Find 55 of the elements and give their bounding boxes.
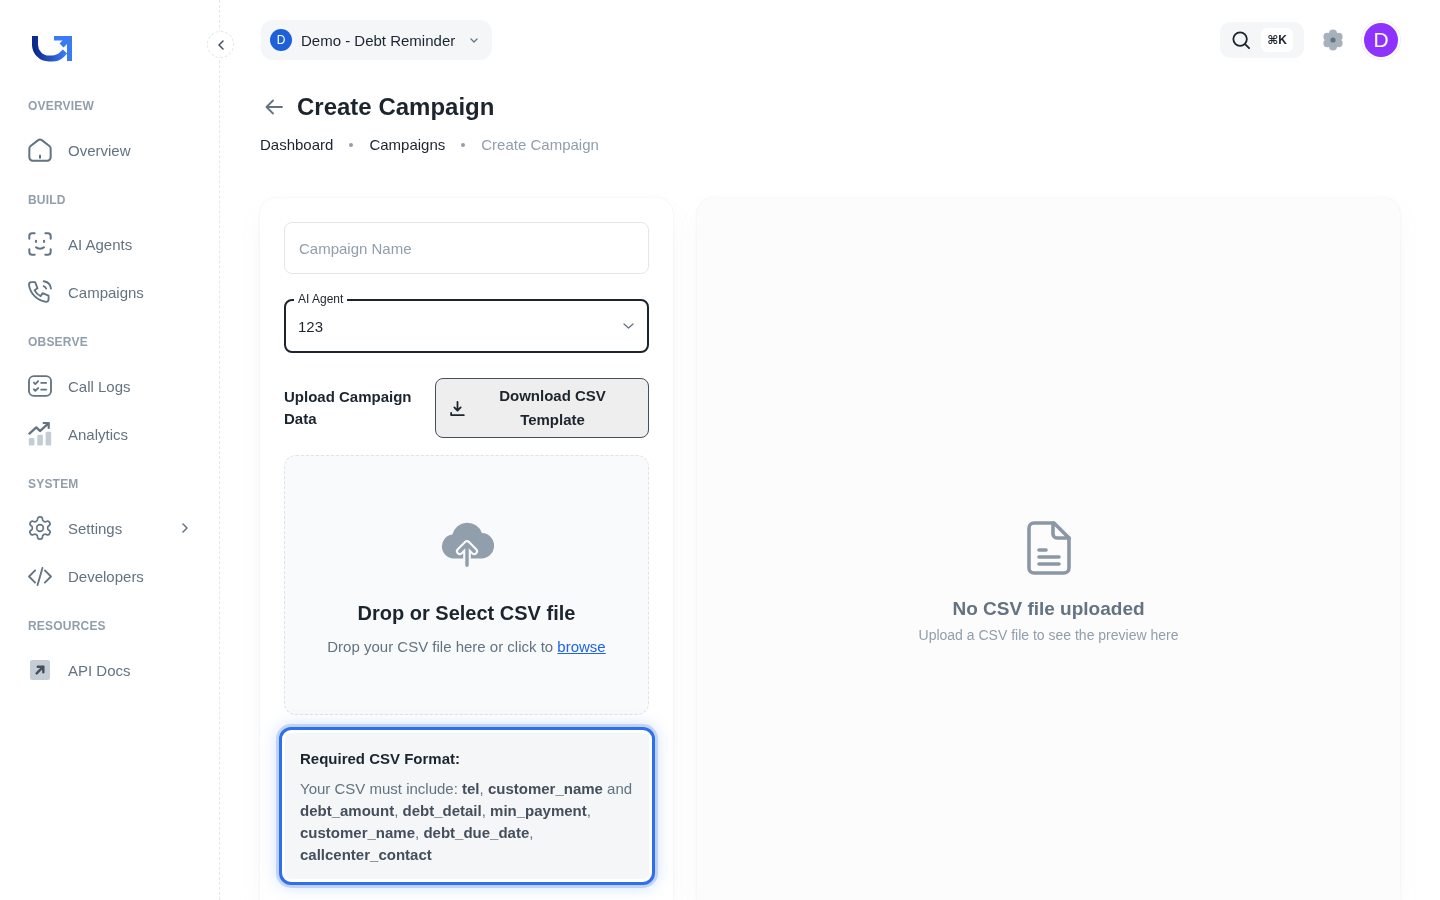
chevron-left-icon bbox=[217, 39, 224, 50]
drop-hint: Drop your CSV file here or click to browse bbox=[327, 636, 606, 657]
sidebar-item[interactable]: Overview bbox=[16, 128, 203, 172]
collapse-button[interactable] bbox=[207, 31, 234, 58]
empty-state-title: No CSV file uploaded bbox=[952, 597, 1145, 621]
sidebar-item[interactable]: API Docs bbox=[16, 648, 203, 692]
face-scan-icon bbox=[28, 232, 52, 256]
sidebar-item[interactable]: Campaigns bbox=[16, 270, 203, 314]
chevron-down-icon bbox=[470, 37, 479, 43]
shortcut-key: ⌘K bbox=[1261, 28, 1293, 52]
bar-chart-icon bbox=[28, 422, 52, 446]
sidebar-item[interactable]: Call Logs bbox=[16, 364, 203, 408]
upload-label: Upload Campaign Data bbox=[284, 387, 413, 429]
checklist-icon bbox=[28, 374, 52, 398]
back-arrow-icon[interactable] bbox=[265, 99, 283, 115]
drop-title: Drop or Select CSV file bbox=[357, 600, 576, 626]
workspace-switcher[interactable]: D Demo - Debt Reminder bbox=[261, 20, 493, 60]
chevron-down-icon bbox=[623, 323, 634, 329]
separator-dot-icon bbox=[349, 143, 354, 147]
section-heading: SYSTEM bbox=[27, 476, 80, 493]
gear-icon bbox=[28, 516, 52, 540]
sidebar-item[interactable]: Analytics bbox=[16, 412, 203, 456]
code-icon bbox=[28, 566, 52, 586]
sidebar-item[interactable]: Settings bbox=[16, 506, 203, 550]
sidebar-item[interactable]: AI Agents bbox=[16, 222, 203, 266]
section-heading: RESOURCES bbox=[27, 618, 107, 635]
phone-icon bbox=[28, 280, 52, 304]
field-label: AI Agent bbox=[294, 291, 348, 307]
document-icon bbox=[1026, 521, 1071, 575]
format-text: Your CSV must include: tel, customer_name and debt_amount, debt_detail, min_payment, customer_name, debt_due_date, callcenter_contact bbox=[300, 779, 634, 865]
format-title: Required CSV Format: bbox=[300, 749, 462, 769]
breadcrumb-link[interactable]: Dashboard bbox=[260, 134, 334, 156]
search-icon bbox=[1232, 31, 1250, 49]
search-button[interactable]: ⌘K bbox=[1220, 22, 1304, 58]
house-icon bbox=[28, 138, 52, 162]
user-avatar[interactable]: D bbox=[1362, 21, 1400, 59]
separator-dot-icon bbox=[461, 143, 466, 147]
breadcrumb-current: Create Campaign bbox=[481, 135, 599, 155]
sidebar-item[interactable]: Developers bbox=[16, 554, 203, 598]
breadcrumb-link[interactable]: Campaigns bbox=[369, 134, 446, 156]
section-heading: BUILD bbox=[27, 192, 67, 209]
drop-zone[interactable]: Drop or Select CSV file Drop your CSV file here or click to browse bbox=[284, 455, 649, 715]
download-template-button[interactable]: Download CSV Template bbox=[435, 378, 649, 438]
arrow-square-icon bbox=[30, 660, 50, 680]
empty-state-subtitle: Upload a CSV file to see the preview here bbox=[918, 626, 1179, 645]
cloud-upload-icon bbox=[439, 520, 494, 569]
logo-icon bbox=[32, 36, 72, 62]
section-heading: OBSERVE bbox=[27, 334, 89, 351]
workspace-avatar: D bbox=[270, 29, 292, 51]
browse-link[interactable]: browse bbox=[557, 637, 606, 655]
campaign-name-field[interactable]: Campaign Name bbox=[284, 222, 649, 274]
section-heading: OVERVIEW bbox=[27, 98, 96, 115]
settings-icon[interactable] bbox=[1322, 29, 1344, 51]
page-title: Create Campaign bbox=[297, 92, 495, 122]
download-icon bbox=[450, 400, 465, 416]
